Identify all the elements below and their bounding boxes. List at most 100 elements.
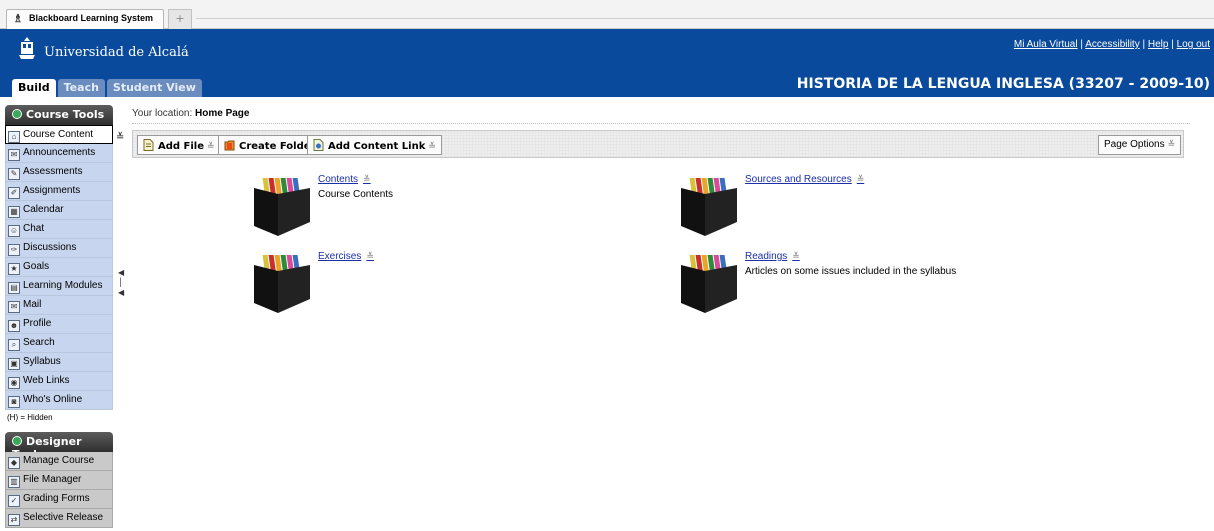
- sidebar-item-label: Goals: [23, 261, 50, 272]
- top-links: Mi Aula Virtual | Accessibility | Help |…: [1014, 39, 1210, 50]
- profile-icon: ☻: [8, 320, 20, 332]
- mode-tabs: Build Teach Student View: [12, 79, 204, 97]
- page-options-chevron-icon[interactable]: ≚: [1168, 139, 1176, 149]
- add-file-chevron-icon[interactable]: ≚: [207, 142, 215, 152]
- course-content-expand-icon[interactable]: ≚: [116, 132, 124, 143]
- assignment-icon: ✐: [8, 187, 20, 199]
- selective-release-icon: ⇄: [8, 514, 20, 526]
- university-name: Universidad de Alcalá: [44, 45, 189, 60]
- add-file-button[interactable]: Add File ≚: [137, 135, 221, 155]
- folder-icon: [254, 255, 310, 313]
- file-icon: [143, 139, 154, 151]
- folder-icon: [224, 140, 235, 151]
- browser-tab[interactable]: ♗ Blackboard Learning System: [6, 9, 164, 29]
- mi-aula-virtual-link[interactable]: Mi Aula Virtual: [1014, 39, 1078, 50]
- goals-icon: ★: [8, 263, 20, 275]
- sidebar-item-announcements[interactable]: ✉ Announcements: [5, 144, 113, 163]
- tab-build[interactable]: Build: [12, 79, 56, 97]
- course-header: Universidad de Alcalá Mi Aula Virtual | …: [0, 29, 1214, 97]
- sidebar-item-learning-modules[interactable]: ▤ Learning Modules: [5, 277, 113, 296]
- content-item-readings-link[interactable]: Readings ≚: [745, 251, 800, 262]
- sidebar-item-search[interactable]: ⌕ Search: [5, 334, 113, 353]
- module-icon: ▤: [8, 282, 20, 294]
- sidebar-item-discussions[interactable]: ✑ Discussions: [5, 239, 113, 258]
- sidebar-item-file-manager[interactable]: ▥ File Manager: [5, 471, 113, 490]
- add-file-label: Add File: [158, 141, 205, 152]
- mail-icon: ✉: [8, 301, 20, 313]
- breadcrumb-current: Home Page: [195, 108, 250, 119]
- sidebar: Course Tools ⌂ Course Content ✉ Announcemen…: [0, 105, 124, 528]
- sidebar-item-label: Mail: [23, 299, 42, 310]
- sidebar-item-label: Announcements: [23, 147, 96, 158]
- tab-student-view[interactable]: Student View: [106, 79, 202, 97]
- content-item-sources-and-resources-link[interactable]: Sources and Resources ≚: [745, 174, 864, 185]
- content-link-icon: [313, 139, 324, 151]
- folder-icon: [254, 178, 310, 236]
- content-item-exercises: Exercises ≚: [248, 251, 668, 321]
- file-manager-icon: ▥: [8, 476, 20, 488]
- add-content-link-chevron-icon[interactable]: ≚: [428, 142, 436, 152]
- sources-options-chevron-icon[interactable]: ≚: [857, 174, 865, 184]
- assessment-icon: ✎: [8, 168, 20, 180]
- sidebar-item-web-links[interactable]: ◉ Web Links: [5, 372, 113, 391]
- sidebar-collapse-handle[interactable]: ◀ │ ◀: [118, 268, 124, 298]
- hidden-legend: (H) = Hidden: [7, 413, 53, 422]
- sidebar-item-label: Chat: [23, 223, 45, 234]
- create-folder-button[interactable]: Create Folder: [218, 135, 322, 155]
- accessibility-link[interactable]: Accessibility: [1085, 39, 1139, 50]
- tab-teach[interactable]: Teach: [57, 79, 105, 97]
- sidebar-item-grading-forms[interactable]: ✓ Grading Forms: [5, 490, 113, 509]
- designer-tools-header: Designer Tools: [5, 432, 113, 461]
- designer-tools-status-icon: [12, 436, 22, 446]
- sidebar-item-label: Assignments: [23, 185, 81, 196]
- course-title: HISTORIA DE LA LENGUA INGLESA (33207 - 2…: [796, 76, 1210, 92]
- syllabus-icon: ▣: [8, 358, 20, 370]
- sidebar-item-label: Discussions: [23, 242, 77, 253]
- sidebar-item-profile[interactable]: ☻ Profile: [5, 315, 113, 334]
- log-out-link[interactable]: Log out: [1177, 39, 1210, 50]
- course-tools-list: ⌂ Course Content ✉ Announcements ✎ Assessment…: [5, 125, 113, 410]
- content-item-contents: Contents ≚ Course Contents: [248, 174, 668, 244]
- sidebar-item-syllabus[interactable]: ▣ Syllabus: [5, 353, 113, 372]
- readings-options-chevron-icon[interactable]: ≚: [792, 251, 800, 261]
- sidebar-item-chat[interactable]: ☺ Chat: [5, 220, 113, 239]
- sidebar-item-manage-course[interactable]: ◆ Manage Course: [5, 452, 113, 471]
- content-item-exercises-link[interactable]: Exercises ≚: [318, 251, 374, 262]
- sidebar-item-assessments[interactable]: ✎ Assessments: [5, 163, 113, 182]
- exercises-options-chevron-icon[interactable]: ≚: [366, 251, 374, 261]
- sidebar-item-label: Learning Modules: [23, 280, 103, 291]
- folder-icon: [681, 178, 737, 236]
- add-content-link-label: Add Content Link: [328, 141, 426, 152]
- new-tab-button[interactable]: +: [168, 9, 192, 29]
- sidebar-item-label: File Manager: [23, 474, 82, 485]
- content-item-readings: Readings ≚ Articles on some issues includ…: [675, 251, 1095, 321]
- calendar-icon: ▦: [8, 206, 20, 218]
- blackboard-favicon-icon: ♗: [13, 13, 23, 25]
- megaphone-icon: ✉: [8, 149, 20, 161]
- sidebar-item-goals[interactable]: ★ Goals: [5, 258, 113, 277]
- online-users-icon: ◙: [8, 396, 20, 408]
- sidebar-item-course-content[interactable]: ⌂ Course Content: [5, 125, 113, 144]
- sidebar-item-assignments[interactable]: ✐ Assignments: [5, 182, 113, 201]
- folder-icon: [681, 255, 737, 313]
- course-tools-title: Course Tools: [26, 108, 105, 121]
- browser-tab-bar: ♗ Blackboard Learning System +: [0, 0, 1214, 29]
- university-crest-icon: [19, 37, 35, 59]
- content-item-contents-description: Course Contents: [318, 189, 394, 200]
- contents-options-chevron-icon[interactable]: ≚: [363, 174, 371, 184]
- manage-course-icon: ◆: [8, 457, 20, 469]
- breadcrumb-prefix: Your location:: [132, 108, 193, 119]
- content-item-contents-link[interactable]: Contents ≚: [318, 174, 371, 185]
- sidebar-item-calendar[interactable]: ▦ Calendar: [5, 201, 113, 220]
- sidebar-item-selective-release[interactable]: ⇄ Selective Release: [5, 509, 113, 528]
- designer-tools-list: ◆ Manage Course ▥ File Manager ✓ Grading Form…: [5, 452, 113, 528]
- course-tools-header: Course Tools: [5, 105, 113, 125]
- sidebar-item-mail[interactable]: ✉ Mail: [5, 296, 113, 315]
- page-options-button[interactable]: Page Options ≚: [1098, 135, 1182, 155]
- course-tools-status-icon: [12, 109, 22, 119]
- grading-forms-icon: ✓: [8, 495, 20, 507]
- sidebar-item-label: Calendar: [23, 204, 64, 215]
- sidebar-item-who-s-online[interactable]: ◙ Who's Online: [5, 391, 113, 410]
- add-content-link-button[interactable]: Add Content Link ≚: [307, 135, 442, 155]
- help-link[interactable]: Help: [1148, 39, 1169, 50]
